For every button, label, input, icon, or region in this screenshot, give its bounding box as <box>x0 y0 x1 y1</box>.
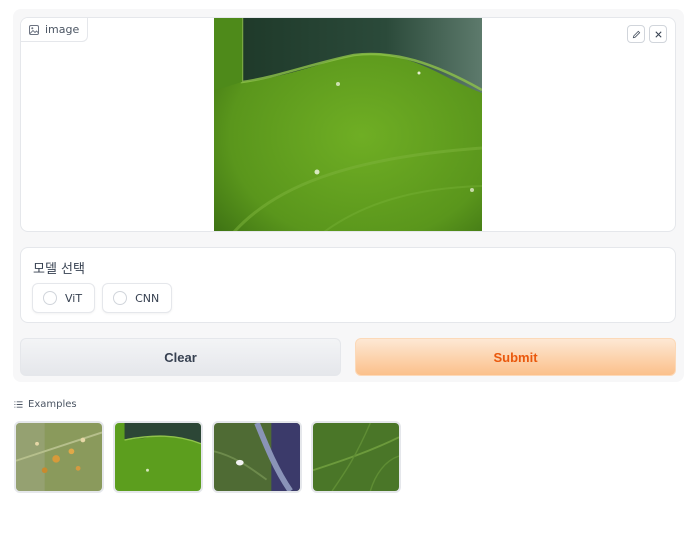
model-select-title: 모델 선택 <box>33 262 85 277</box>
examples-label-text: Examples <box>28 399 77 410</box>
radio-label-cnn: CNN <box>135 291 160 305</box>
leaf-thumbnail-image <box>115 423 201 491</box>
example-thumbnail-2[interactable] <box>113 421 203 493</box>
pencil-icon <box>632 30 640 38</box>
edit-button[interactable] <box>627 25 645 43</box>
remove-image-button[interactable] <box>649 25 667 43</box>
radio-option-cnn[interactable]: CNN <box>102 283 173 313</box>
image-icon <box>29 24 39 35</box>
leaf-thumbnail-image <box>313 423 399 491</box>
radio-option-vit[interactable]: ViT <box>32 283 96 313</box>
example-thumbnail-4[interactable] <box>311 421 401 493</box>
examples-header: Examples <box>14 399 77 410</box>
model-radio-group: ViT CNN <box>32 283 173 313</box>
image-label-text: image <box>45 23 80 36</box>
radio-circle[interactable] <box>43 291 57 305</box>
radio-label-vit: ViT <box>65 291 83 305</box>
example-thumbnail-3[interactable] <box>212 421 302 493</box>
example-thumbnail-1[interactable] <box>14 421 104 493</box>
image-label-badge: image <box>21 18 89 42</box>
examples-gallery <box>14 421 401 493</box>
image-tools <box>627 25 667 43</box>
radio-circle[interactable] <box>113 291 128 305</box>
clear-button[interactable]: Clear <box>20 338 341 376</box>
leaf-thumbnail-image <box>16 423 102 491</box>
submit-button[interactable]: Submit <box>355 338 676 376</box>
model-select-block: 모델 선택 ViT CNN <box>20 247 676 323</box>
uploaded-leaf-image <box>214 18 482 231</box>
close-icon <box>654 30 662 38</box>
list-icon <box>14 401 23 408</box>
leaf-thumbnail-image <box>214 423 300 491</box>
image-input[interactable]: image <box>20 17 676 232</box>
